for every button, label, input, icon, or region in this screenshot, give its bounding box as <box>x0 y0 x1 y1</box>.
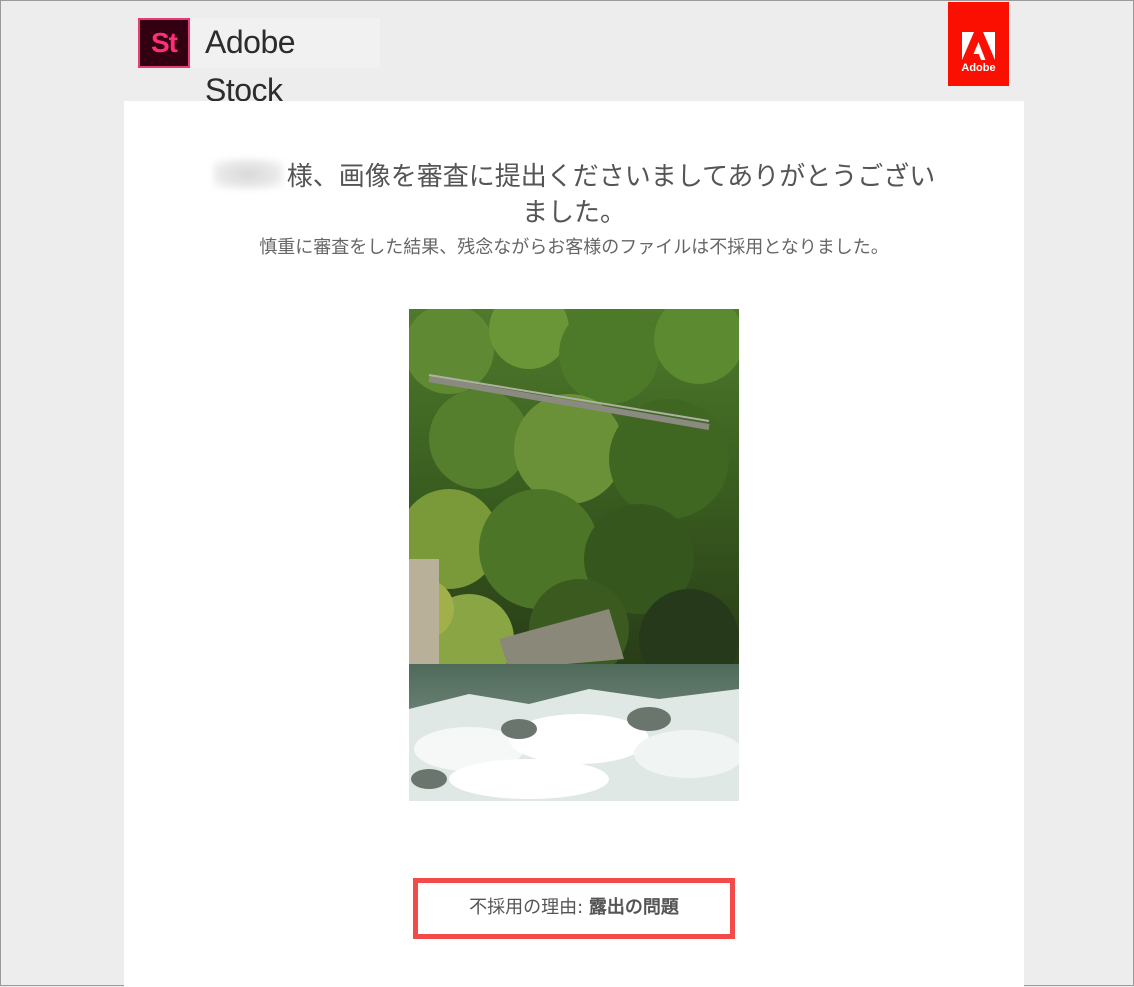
adobe-stock-app-icon[interactable]: St <box>138 18 190 68</box>
adobe-logo-badge[interactable]: Adobe <box>948 2 1009 86</box>
rejection-reason-value: 露出の問題 <box>588 897 679 918</box>
thank-you-heading: 様、画像を審査に提出くださいましてありがとうござい ました。 <box>124 159 1024 231</box>
adobe-stock-wordmark[interactable]: Adobe Stock <box>191 18 380 108</box>
email-body-card: 様、画像を審査に提出くださいましてありがとうござい ました。 慎重に審査をした結… <box>124 101 1024 987</box>
rejection-reason-label: 不採用の理由: <box>469 897 589 918</box>
adobe-logo-label: Adobe <box>961 62 996 74</box>
rejection-reason-box: 不採用の理由: 露出の問題 <box>413 878 735 939</box>
rejection-message: 慎重に審査をした結果、残念ながらお客様のファイルは不採用となりました。 <box>259 237 889 258</box>
heading-line-1: 様、画像を審査に提出くださいましてありがとうござい <box>286 162 936 192</box>
heading-line-2: ました。 <box>521 198 626 228</box>
submitted-photo-thumbnail <box>409 309 739 801</box>
blurred-customer-name <box>212 159 283 189</box>
adobe-logo-icon <box>962 32 995 60</box>
email-header: St Adobe Stock Adobe <box>1 1 1134 108</box>
